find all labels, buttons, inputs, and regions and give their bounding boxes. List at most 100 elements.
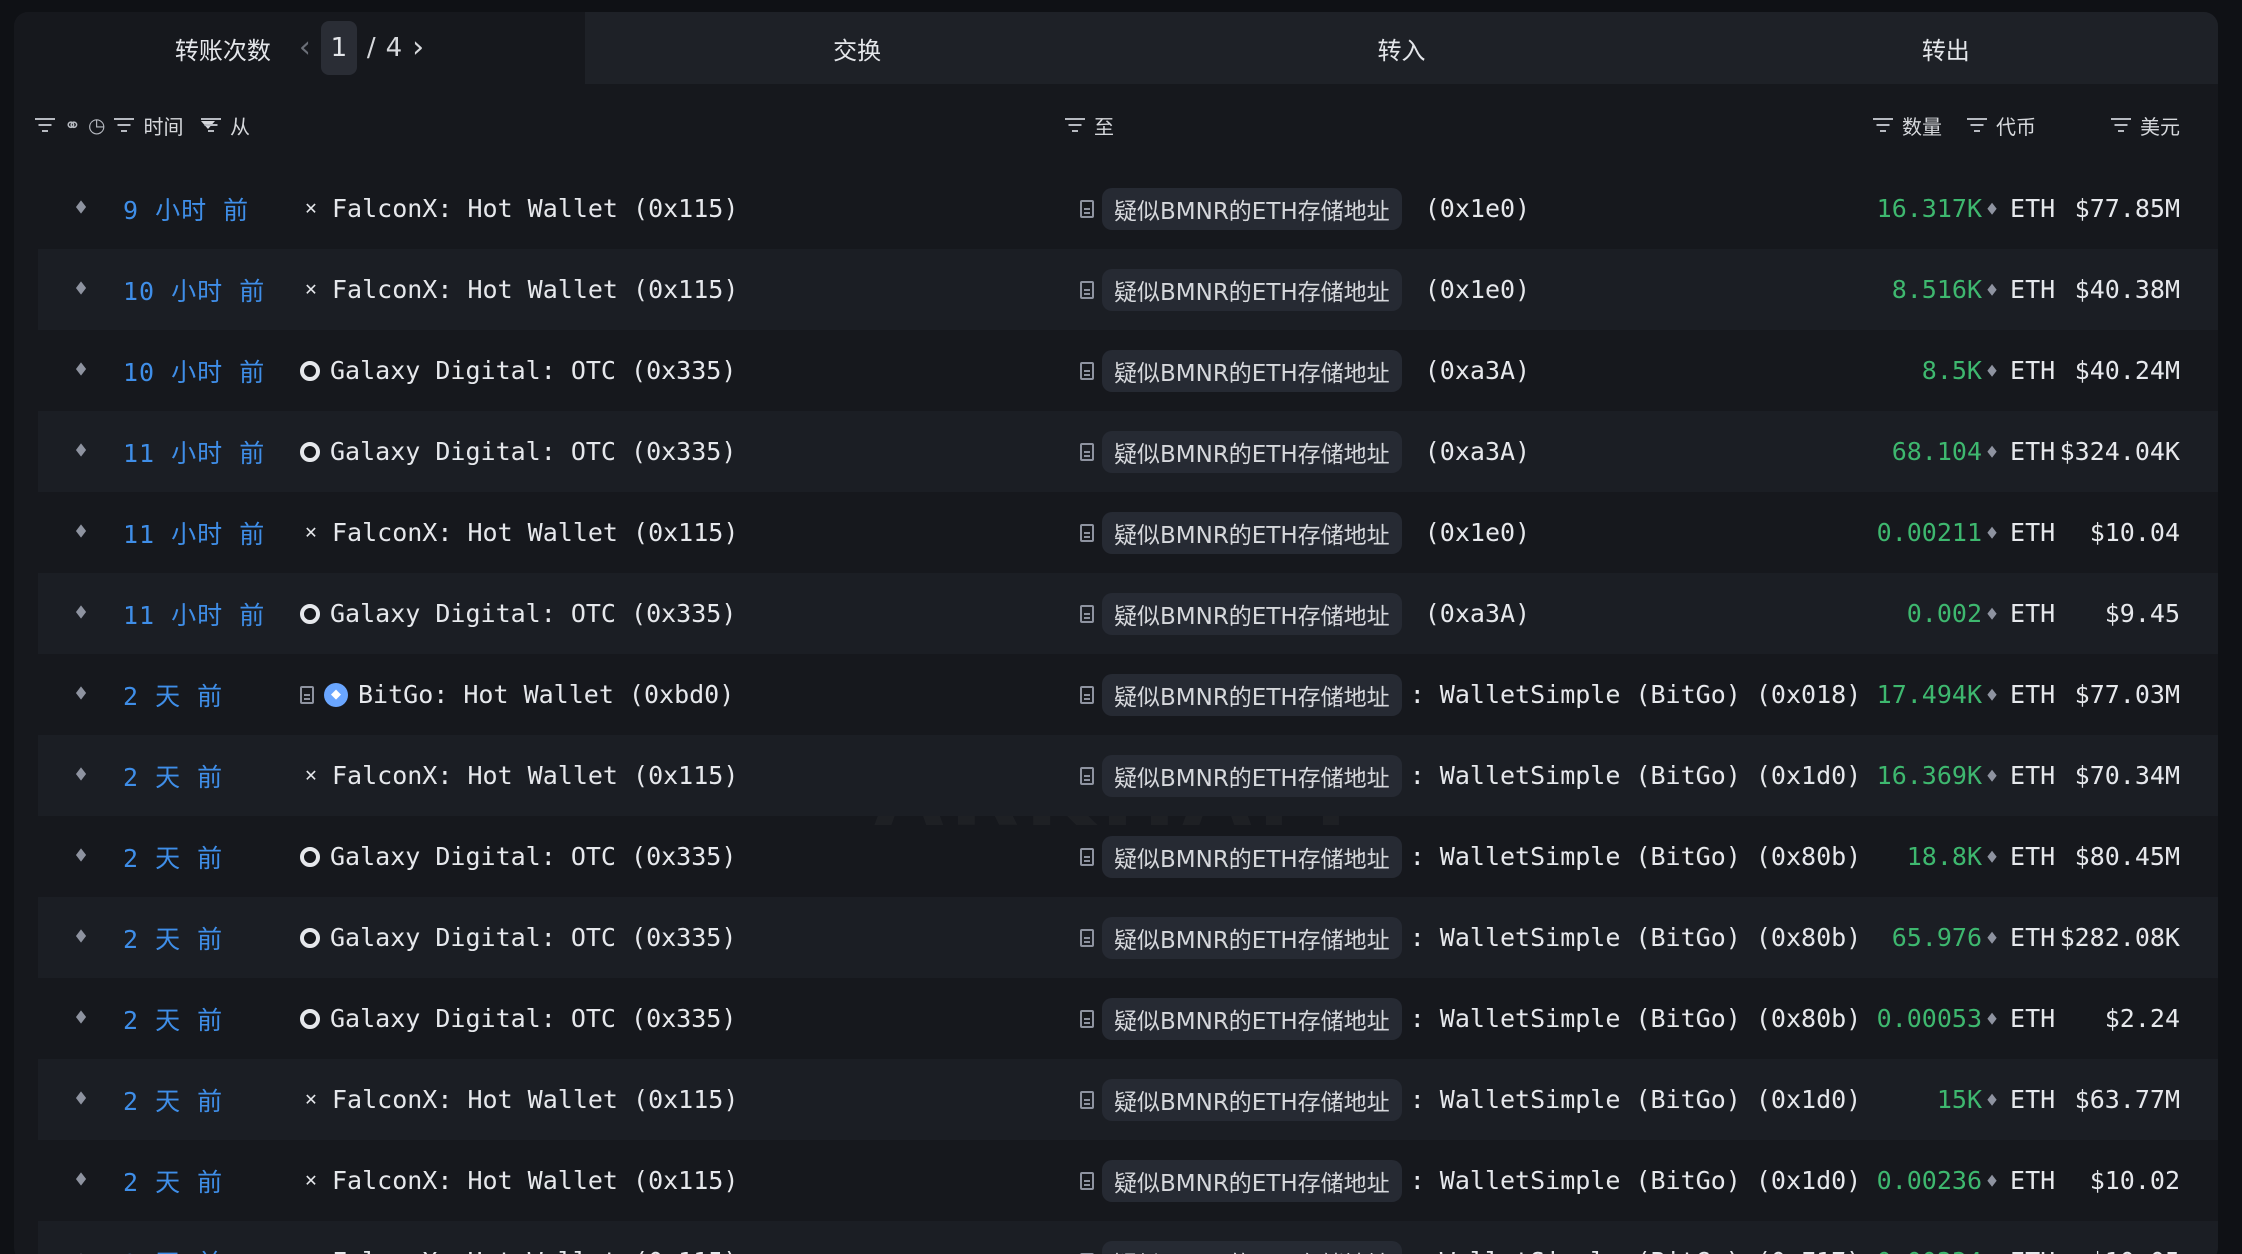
from-entity[interactable]: Galaxy Digital: OTC (0x335) [300, 897, 736, 978]
from-entity-name[interactable]: FalconX: Hot Wallet (0x115) [332, 1247, 738, 1254]
to-entity[interactable]: 疑似BMNR的ETH存储地址 (0xa3A) [1080, 573, 1530, 654]
to-entity-tag[interactable]: 疑似BMNR的ETH存储地址 [1102, 1078, 1402, 1121]
from-entity-name[interactable]: Galaxy Digital: OTC (0x335) [330, 1004, 736, 1033]
table-row[interactable]: ♦ 2 天 前 Galaxy Digital: OTC (0x335) 疑似BM… [38, 978, 2218, 1059]
time-ago-link[interactable]: 2 天 前 [123, 816, 223, 897]
to-entity-tag[interactable]: 疑似BMNR的ETH存储地址 [1102, 592, 1402, 635]
to-entity[interactable]: 疑似BMNR的ETH存储地址 (0xa3A) [1080, 330, 1530, 411]
token-cell[interactable]: ♦ ETH [1986, 654, 2055, 735]
to-entity-tag[interactable]: 疑似BMNR的ETH存储地址 [1102, 268, 1402, 311]
quantity-header[interactable]: 数量 [1872, 98, 1942, 152]
from-entity[interactable]: Galaxy Digital: OTC (0x335) [300, 573, 736, 654]
from-entity[interactable]: Galaxy Digital: OTC (0x335) [300, 411, 736, 492]
tab-inflows[interactable]: 转入 [1129, 12, 1674, 84]
time-ago-link[interactable]: 2 天 前 [123, 1059, 223, 1140]
to-address[interactable]: : WalletSimple (BitGo) (0x1d0) [1410, 1166, 1862, 1195]
to-entity[interactable]: 疑似BMNR的ETH存储地址 : WalletSimple (BitGo) (0… [1080, 654, 1861, 735]
filter-icon[interactable] [2110, 117, 2132, 133]
from-entity[interactable]: ✕ FalconX: Hot Wallet (0x115) [300, 168, 738, 249]
to-entity[interactable]: 疑似BMNR的ETH存储地址 : WalletSimple (BitGo) (0… [1080, 735, 1861, 816]
from-header[interactable]: 从 [200, 98, 250, 152]
from-entity-name[interactable]: BitGo: Hot Wallet (0xbd0) [358, 680, 734, 709]
from-entity[interactable]: ✕ FalconX: Hot Wallet (0x115) [300, 249, 738, 330]
token-cell[interactable]: ♦ ETH [1986, 330, 2055, 411]
to-address[interactable]: : WalletSimple (BitGo) (0x018) [1410, 680, 1862, 709]
table-row[interactable]: ♦ 2 天 前 ✕ FalconX: Hot Wallet (0x115) 疑似… [38, 735, 2218, 816]
filter-icon[interactable] [1872, 117, 1894, 133]
to-entity-tag[interactable]: 疑似BMNR的ETH存储地址 [1102, 916, 1402, 959]
from-entity-name[interactable]: FalconX: Hot Wallet (0x115) [332, 1085, 738, 1114]
from-entity[interactable]: ◆ BitGo: Hot Wallet (0xbd0) [300, 654, 734, 735]
from-entity-name[interactable]: FalconX: Hot Wallet (0x115) [332, 275, 738, 304]
from-entity[interactable]: Galaxy Digital: OTC (0x335) [300, 816, 736, 897]
time-ago-link[interactable]: 2 天 前 [123, 1140, 223, 1221]
from-entity-name[interactable]: FalconX: Hot Wallet (0x115) [332, 761, 738, 790]
to-address[interactable]: (0xa3A) [1410, 437, 1530, 466]
filter-icon[interactable] [34, 117, 56, 133]
time-ago-link[interactable]: 11 小时 前 [123, 411, 265, 492]
time-ago-link[interactable]: 11 小时 前 [123, 573, 265, 654]
from-entity[interactable]: Galaxy Digital: OTC (0x335) [300, 978, 736, 1059]
table-row[interactable]: ♦ 10 小时 前 ✕ FalconX: Hot Wallet (0x115) … [38, 249, 2218, 330]
from-entity[interactable]: ✕ FalconX: Hot Wallet (0x115) [300, 1221, 738, 1254]
chevron-right-icon[interactable]: › [412, 33, 424, 63]
token-cell[interactable]: ♦ ETH [1986, 897, 2055, 978]
to-entity[interactable]: 疑似BMNR的ETH存储地址 : WalletSimple (BitGo) (0… [1080, 897, 1861, 978]
to-entity-tag[interactable]: 疑似BMNR的ETH存储地址 [1102, 187, 1402, 230]
token-cell[interactable]: ♦ ETH [1986, 816, 2055, 897]
time-ago-link[interactable]: 9 小时 前 [123, 168, 249, 249]
to-entity-tag[interactable]: 疑似BMNR的ETH存储地址 [1102, 430, 1402, 473]
from-entity-name[interactable]: FalconX: Hot Wallet (0x115) [332, 1166, 738, 1195]
from-entity-name[interactable]: Galaxy Digital: OTC (0x335) [330, 356, 736, 385]
to-address[interactable]: : WalletSimple (BitGo) (0xE17) [1410, 1247, 1862, 1254]
from-entity[interactable]: ✕ FalconX: Hot Wallet (0x115) [300, 735, 738, 816]
from-entity-name[interactable]: Galaxy Digital: OTC (0x335) [330, 437, 736, 466]
table-row[interactable]: ♦ 2 天 前 Galaxy Digital: OTC (0x335) 疑似BM… [38, 897, 2218, 978]
table-row[interactable]: ♦ 10 小时 前 Galaxy Digital: OTC (0x335) 疑似… [38, 330, 2218, 411]
to-address[interactable]: : WalletSimple (BitGo) (0x80b) [1410, 1004, 1862, 1033]
filter-icon[interactable] [1064, 117, 1086, 133]
table-row[interactable]: ♦ 11 小时 前 Galaxy Digital: OTC (0x335) 疑似… [38, 411, 2218, 492]
to-entity-tag[interactable]: 疑似BMNR的ETH存储地址 [1102, 997, 1402, 1040]
time-ago-link[interactable]: 2 天 前 [123, 654, 223, 735]
to-header[interactable]: 至 [1064, 98, 1114, 152]
from-entity-name[interactable]: Galaxy Digital: OTC (0x335) [330, 923, 736, 952]
to-address[interactable]: (0x1e0) [1410, 275, 1530, 304]
to-entity[interactable]: 疑似BMNR的ETH存储地址 : WalletSimple (BitGo) (0… [1080, 1140, 1861, 1221]
time-header[interactable]: ◷ 时间 [88, 98, 216, 152]
table-row[interactable]: ♦ 2 天 前 ✕ FalconX: Hot Wallet (0x115) 疑似… [38, 1140, 2218, 1221]
tab-swaps[interactable]: 交换 [585, 12, 1130, 84]
to-entity[interactable]: 疑似BMNR的ETH存储地址 : WalletSimple (BitGo) (0… [1080, 1059, 1861, 1140]
from-entity-name[interactable]: FalconX: Hot Wallet (0x115) [332, 518, 738, 547]
from-entity[interactable]: ✕ FalconX: Hot Wallet (0x115) [300, 1059, 738, 1140]
time-ago-link[interactable]: 2 天 前 [123, 735, 223, 816]
to-entity[interactable]: 疑似BMNR的ETH存储地址 : WalletSimple (BitGo) (0… [1080, 816, 1861, 897]
to-address[interactable]: (0x1e0) [1410, 518, 1530, 547]
time-ago-link[interactable]: 11 小时 前 [123, 492, 265, 573]
table-row[interactable]: ♦ 2 天 前 ◆ BitGo: Hot Wallet (0xbd0) 疑似BM… [38, 654, 2218, 735]
to-entity[interactable]: 疑似BMNR的ETH存储地址 : WalletSimple (BitGo) (0… [1080, 1221, 1861, 1254]
token-cell[interactable]: ♦ ETH [1986, 735, 2055, 816]
to-address[interactable]: : WalletSimple (BitGo) (0x80b) [1410, 923, 1862, 952]
table-row[interactable]: ♦ 2 天 前 ✕ FalconX: Hot Wallet (0x115) 疑似… [38, 1059, 2218, 1140]
to-address[interactable]: (0x1e0) [1410, 194, 1530, 223]
from-entity-name[interactable]: Galaxy Digital: OTC (0x335) [330, 599, 736, 628]
token-cell[interactable]: ♦ ETH [1986, 1221, 2055, 1254]
time-ago-link[interactable]: 10 小时 前 [123, 330, 265, 411]
to-entity-tag[interactable]: 疑似BMNR的ETH存储地址 [1102, 1240, 1402, 1254]
tab-transfers[interactable]: 转账次数 ‹ 1 / 4 › [14, 12, 585, 84]
to-entity-tag[interactable]: 疑似BMNR的ETH存储地址 [1102, 511, 1402, 554]
chain-filter-header[interactable]: ⚭ [34, 98, 81, 152]
to-entity[interactable]: 疑似BMNR的ETH存储地址 (0x1e0) [1080, 492, 1530, 573]
time-ago-link[interactable]: 3 天 前 [123, 1221, 223, 1254]
table-row[interactable]: ♦ 11 小时 前 Galaxy Digital: OTC (0x335) 疑似… [38, 573, 2218, 654]
time-ago-link[interactable]: 10 小时 前 [123, 249, 265, 330]
table-row[interactable]: ♦ 3 天 前 ✕ FalconX: Hot Wallet (0x115) 疑似… [38, 1221, 2218, 1254]
to-address[interactable]: : WalletSimple (BitGo) (0x1d0) [1410, 1085, 1862, 1114]
to-address[interactable]: : WalletSimple (BitGo) (0x80b) [1410, 842, 1862, 871]
table-row[interactable]: ♦ 11 小时 前 ✕ FalconX: Hot Wallet (0x115) … [38, 492, 2218, 573]
token-cell[interactable]: ♦ ETH [1986, 1059, 2055, 1140]
to-address[interactable]: : WalletSimple (BitGo) (0x1d0) [1410, 761, 1862, 790]
token-cell[interactable]: ♦ ETH [1986, 1140, 2055, 1221]
from-entity[interactable]: ✕ FalconX: Hot Wallet (0x115) [300, 492, 738, 573]
